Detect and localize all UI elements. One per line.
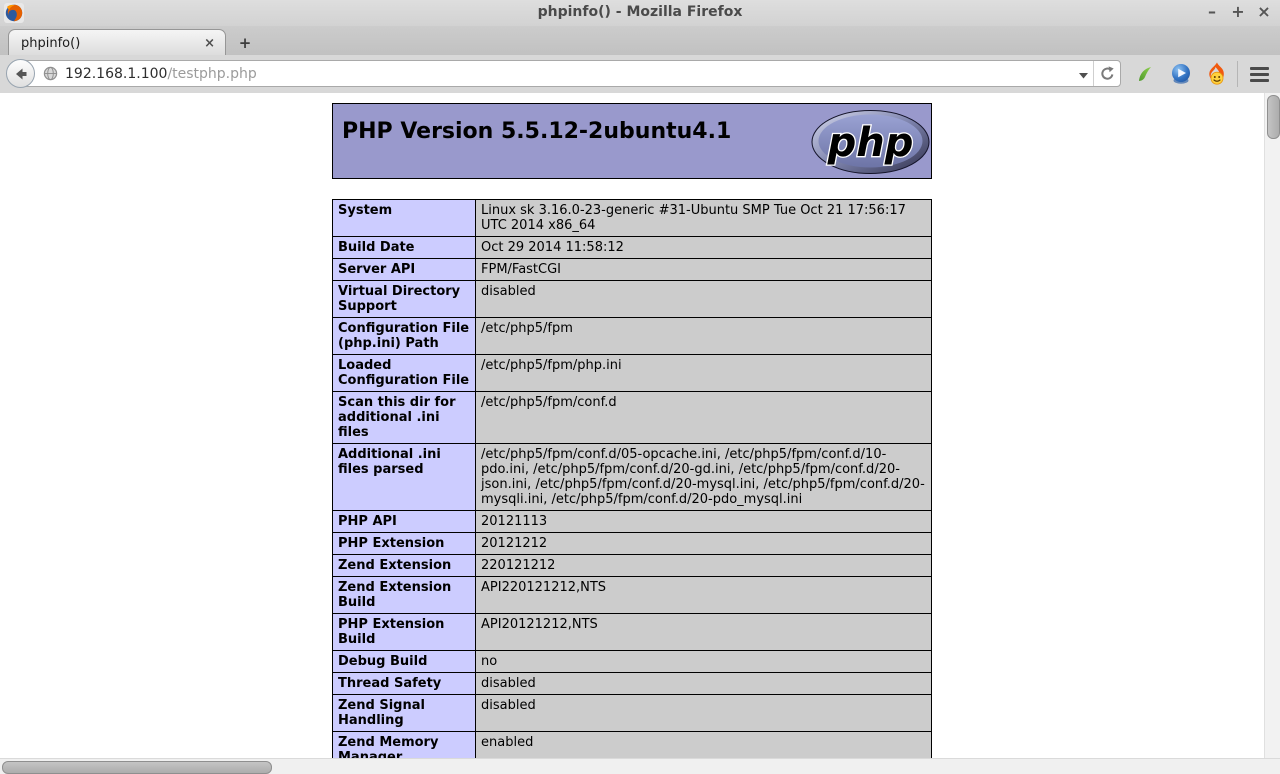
chevron-down-icon — [1079, 73, 1088, 79]
row-value: /etc/php5/fpm — [476, 318, 932, 355]
url-path: /testphp.php — [167, 66, 256, 82]
row-value: API20121212,NTS — [476, 614, 932, 651]
row-value: /etc/php5/fpm/php.ini — [476, 355, 932, 392]
row-value: /etc/php5/fpm/conf.d/05-opcache.ini, /et… — [476, 444, 932, 511]
row-label: Thread Safety — [333, 673, 476, 695]
row-label: PHP API — [333, 511, 476, 533]
reload-button[interactable] — [1093, 61, 1120, 86]
row-label: PHP Extension — [333, 533, 476, 555]
page-content: PHP Version 5.5.12-2ubuntu4.1 php — [0, 93, 1264, 758]
table-row: SystemLinux sk 3.16.0-23-generic #31-Ubu… — [333, 200, 932, 237]
table-row: Zend Extension BuildAPI220121212,NTS — [333, 577, 932, 614]
row-value: 20121113 — [476, 511, 932, 533]
back-button[interactable] — [6, 59, 35, 88]
url-host: 192.168.1.100 — [65, 66, 167, 82]
row-value: no — [476, 651, 932, 673]
table-row: Debug Buildno — [333, 651, 932, 673]
horizontal-scrollbar[interactable] — [0, 758, 1280, 774]
back-arrow-icon — [13, 66, 29, 82]
row-value: Linux sk 3.16.0-23-generic #31-Ubuntu SM… — [476, 200, 932, 237]
table-row: Zend Extension220121212 — [333, 555, 932, 577]
toolbar-extensions — [1127, 55, 1280, 93]
row-value: Oct 29 2014 11:58:12 — [476, 237, 932, 259]
row-value: /etc/php5/fpm/conf.d — [476, 392, 932, 444]
minimize-button[interactable]: – — [1204, 2, 1220, 22]
play-icon — [1169, 62, 1193, 86]
window-title: phpinfo() - Mozilla Firefox — [0, 4, 1280, 20]
row-value: disabled — [476, 695, 932, 732]
maximize-button[interactable]: + — [1230, 2, 1246, 22]
row-value: 20121212 — [476, 533, 932, 555]
toolbar-separator — [1237, 61, 1238, 87]
table-row: Configuration File (php.ini) Path/etc/ph… — [333, 318, 932, 355]
row-value: API220121212,NTS — [476, 577, 932, 614]
hamburger-icon — [1250, 67, 1269, 82]
row-label: System — [333, 200, 476, 237]
leaf-extension-button[interactable] — [1127, 59, 1163, 89]
table-row: Loaded Configuration File/etc/php5/fpm/p… — [333, 355, 932, 392]
url-text[interactable]: 192.168.1.100/testphp.php — [65, 66, 1073, 82]
table-row: Server APIFPM/FastCGI — [333, 259, 932, 281]
row-label: Additional .ini files parsed — [333, 444, 476, 511]
row-label: Server API — [333, 259, 476, 281]
row-value: 220121212 — [476, 555, 932, 577]
table-row: Scan this dir for additional .ini files/… — [333, 392, 932, 444]
table-row: Virtual Directory Supportdisabled — [333, 281, 932, 318]
table-row: Zend Memory Managerenabled — [333, 732, 932, 759]
play-extension-button[interactable] — [1163, 59, 1199, 89]
tab-phpinfo[interactable]: phpinfo() × — [8, 29, 226, 56]
table-row: PHP Extension20121212 — [333, 533, 932, 555]
php-info-table: SystemLinux sk 3.16.0-23-generic #31-Ubu… — [332, 199, 932, 758]
menu-button[interactable] — [1240, 59, 1278, 89]
info-table-body: SystemLinux sk 3.16.0-23-generic #31-Ubu… — [333, 200, 932, 759]
tab-close-icon[interactable]: × — [194, 36, 225, 51]
globe-icon — [43, 66, 58, 81]
row-value: FPM/FastCGI — [476, 259, 932, 281]
table-row: PHP Extension BuildAPI20121212,NTS — [333, 614, 932, 651]
table-row: Thread Safetydisabled — [333, 673, 932, 695]
row-label: Virtual Directory Support — [333, 281, 476, 318]
row-label: Debug Build — [333, 651, 476, 673]
row-label: PHP Extension Build — [333, 614, 476, 651]
table-row: Additional .ini files parsed/etc/php5/fp… — [333, 444, 932, 511]
row-value: disabled — [476, 673, 932, 695]
new-tab-button[interactable]: + — [232, 34, 258, 54]
hola-extension-button[interactable] — [1199, 59, 1235, 89]
title-bar: phpinfo() - Mozilla Firefox – + × — [0, 0, 1280, 27]
window-controls: – + × — [1204, 2, 1272, 22]
url-dropdown-button[interactable] — [1073, 64, 1093, 83]
flame-face-icon — [1205, 62, 1229, 86]
browser-window: phpinfo() - Mozilla Firefox – + × phpinf… — [0, 0, 1280, 774]
php-logo: php — [811, 110, 930, 174]
tab-label: phpinfo() — [9, 36, 194, 51]
table-row: PHP API20121113 — [333, 511, 932, 533]
row-label: Build Date — [333, 237, 476, 259]
row-label: Zend Signal Handling — [333, 695, 476, 732]
row-label: Zend Memory Manager — [333, 732, 476, 759]
navigation-toolbar: 192.168.1.100/testphp.php — [0, 55, 1280, 94]
vertical-scrollbar[interactable] — [1264, 93, 1280, 758]
row-label: Zend Extension — [333, 555, 476, 577]
table-row: Zend Signal Handlingdisabled — [333, 695, 932, 732]
row-label: Loaded Configuration File — [333, 355, 476, 392]
php-version-header: PHP Version 5.5.12-2ubuntu4.1 php — [332, 103, 932, 179]
vertical-scrollbar-thumb[interactable] — [1267, 95, 1280, 139]
horizontal-scrollbar-thumb[interactable] — [2, 761, 272, 774]
row-label: Scan this dir for additional .ini files — [333, 392, 476, 444]
php-logo-text: php — [827, 120, 914, 166]
row-value: disabled — [476, 281, 932, 318]
tab-bar: phpinfo() × + — [0, 26, 1280, 56]
row-value: enabled — [476, 732, 932, 759]
reload-icon — [1100, 66, 1115, 81]
row-label: Configuration File (php.ini) Path — [333, 318, 476, 355]
leaf-icon — [1136, 65, 1154, 83]
phpinfo-container: PHP Version 5.5.12-2ubuntu4.1 php — [332, 103, 932, 758]
url-bar[interactable]: 192.168.1.100/testphp.php — [20, 60, 1121, 87]
table-row: Build DateOct 29 2014 11:58:12 — [333, 237, 932, 259]
close-button[interactable]: × — [1256, 2, 1272, 22]
row-label: Zend Extension Build — [333, 577, 476, 614]
